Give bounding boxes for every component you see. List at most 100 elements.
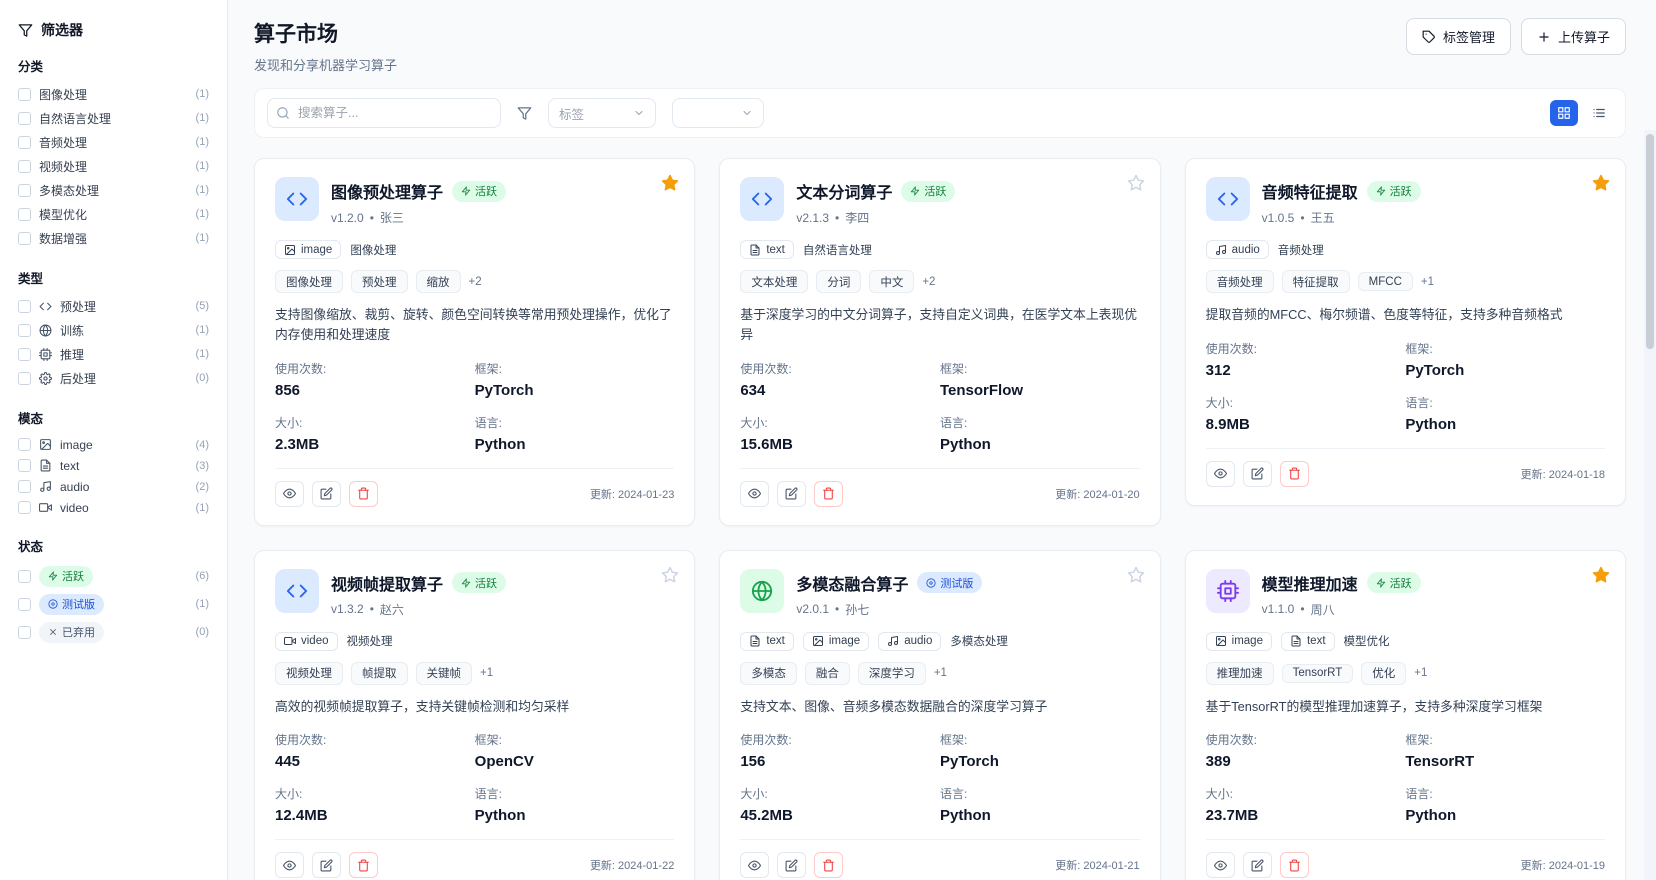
list-view-button[interactable]	[1585, 100, 1613, 126]
stat-label: 框架:	[475, 731, 675, 748]
checkbox[interactable]	[18, 480, 31, 493]
operator-author: 王五	[1311, 209, 1335, 226]
favorite-star-button[interactable]	[1127, 566, 1145, 584]
checkbox[interactable]	[18, 300, 31, 313]
tag-chip: 多模态	[740, 662, 797, 685]
filter-item[interactable]: 视频处理(1)	[18, 154, 209, 178]
circle-dot-icon	[48, 599, 58, 609]
scrollbar-thumb[interactable]	[1646, 134, 1654, 349]
text-icon	[39, 459, 52, 472]
filter-item[interactable]: image(4)	[18, 434, 209, 455]
filter-item[interactable]: audio(2)	[18, 476, 209, 497]
filter-item[interactable]: 数据增强(1)	[18, 226, 209, 250]
edit-button[interactable]	[777, 481, 806, 507]
checkbox[interactable]	[18, 570, 31, 583]
modality-label: image	[1232, 635, 1263, 647]
language-value: Python	[475, 436, 675, 453]
edit-button[interactable]	[312, 852, 341, 878]
stat-label: 大小:	[740, 785, 940, 802]
modality-label: image	[301, 244, 332, 256]
filter-item[interactable]: 训练(1)	[18, 318, 209, 342]
filter-item[interactable]: 图像处理(1)	[18, 82, 209, 106]
filter-item[interactable]: 音频处理(1)	[18, 130, 209, 154]
favorite-star-button[interactable]	[1592, 566, 1610, 584]
checkbox[interactable]	[18, 136, 31, 149]
filter-item[interactable]: video(1)	[18, 497, 209, 518]
checkbox[interactable]	[18, 160, 31, 173]
secondary-filter-select[interactable]	[672, 98, 764, 128]
checkbox[interactable]	[18, 438, 31, 451]
checkbox[interactable]	[18, 324, 31, 337]
view-button[interactable]	[740, 481, 769, 507]
checkbox[interactable]	[18, 208, 31, 221]
delete-button[interactable]	[1280, 852, 1309, 878]
view-button[interactable]	[275, 481, 304, 507]
size-value: 2.3MB	[275, 436, 475, 453]
operator-stats: 使用次数:156框架:PyTorch大小:45.2MB语言:Python	[740, 731, 1139, 824]
edit-button[interactable]	[1243, 852, 1272, 878]
modality-label: image	[829, 635, 860, 647]
edit-button[interactable]	[312, 481, 341, 507]
tag-chip: 分词	[816, 270, 861, 293]
favorite-star-button[interactable]	[661, 566, 679, 584]
filter-item[interactable]: 测试版(1)	[18, 590, 209, 618]
tag-manage-button[interactable]: 标签管理	[1406, 18, 1511, 55]
checkbox[interactable]	[18, 626, 31, 639]
checkbox[interactable]	[18, 372, 31, 385]
delete-button[interactable]	[349, 852, 378, 878]
operator-stats: 使用次数:389框架:TensorRT大小:23.7MB语言:Python	[1206, 731, 1605, 824]
upload-operator-button[interactable]: 上传算子	[1521, 18, 1626, 55]
filter-item[interactable]: 推理(1)	[18, 342, 209, 366]
more-tags-count: +1	[1421, 276, 1434, 288]
filter-item[interactable]: 已弃用(0)	[18, 618, 209, 646]
status-badge-label: 活跃	[62, 568, 84, 584]
delete-button[interactable]	[814, 852, 843, 878]
filter-item[interactable]: 模型优化(1)	[18, 202, 209, 226]
updated-date: 更新: 2024-01-21	[1055, 857, 1139, 873]
filter-label: 自然语言处理	[39, 110, 111, 127]
tag-filter-select[interactable]: 标签	[548, 98, 656, 128]
page-subtitle: 发现和分享机器学习算子	[254, 55, 397, 74]
favorite-star-button[interactable]	[1592, 174, 1610, 192]
delete-button[interactable]	[349, 481, 378, 507]
edit-button[interactable]	[777, 852, 806, 878]
filter-item[interactable]: 活跃(6)	[18, 562, 209, 590]
scrollbar[interactable]	[1644, 130, 1656, 880]
filter-item[interactable]: 后处理(0)	[18, 366, 209, 390]
operator-author: 赵六	[380, 601, 404, 618]
tag-chip: 推理加速	[1206, 662, 1274, 685]
checkbox[interactable]	[18, 232, 31, 245]
view-button[interactable]	[740, 852, 769, 878]
checkbox[interactable]	[18, 459, 31, 472]
view-button[interactable]	[1206, 461, 1235, 487]
checkbox[interactable]	[18, 88, 31, 101]
checkbox[interactable]	[18, 501, 31, 514]
delete-button[interactable]	[1280, 461, 1309, 487]
filter-count: (1)	[196, 160, 209, 172]
filter-item[interactable]: text(3)	[18, 455, 209, 476]
edit-button[interactable]	[1243, 461, 1272, 487]
search-input[interactable]	[267, 98, 501, 128]
delete-button[interactable]	[814, 481, 843, 507]
status-badge: 活跃	[452, 572, 506, 593]
grid-view-button[interactable]	[1550, 100, 1578, 126]
view-button[interactable]	[275, 852, 304, 878]
x-icon	[48, 627, 58, 637]
view-button[interactable]	[1206, 852, 1235, 878]
checkbox[interactable]	[18, 348, 31, 361]
checkbox[interactable]	[18, 112, 31, 125]
filter-label: 训练	[60, 322, 84, 339]
favorite-star-button[interactable]	[661, 174, 679, 192]
favorite-star-button[interactable]	[1127, 174, 1145, 192]
filter-item[interactable]: 自然语言处理(1)	[18, 106, 209, 130]
stat-label: 语言:	[1405, 394, 1605, 411]
framework-value: PyTorch	[940, 753, 1140, 770]
app-root: 筛选器 分类图像处理(1)自然语言处理(1)音频处理(1)视频处理(1)多模态处…	[0, 0, 1656, 880]
tag-chip: 帧提取	[351, 662, 408, 685]
filter-item[interactable]: 预处理(5)	[18, 294, 209, 318]
checkbox[interactable]	[18, 184, 31, 197]
star-icon	[1592, 566, 1610, 584]
checkbox[interactable]	[18, 598, 31, 611]
filter-item[interactable]: 多模态处理(1)	[18, 178, 209, 202]
filter-count: (1)	[196, 208, 209, 220]
